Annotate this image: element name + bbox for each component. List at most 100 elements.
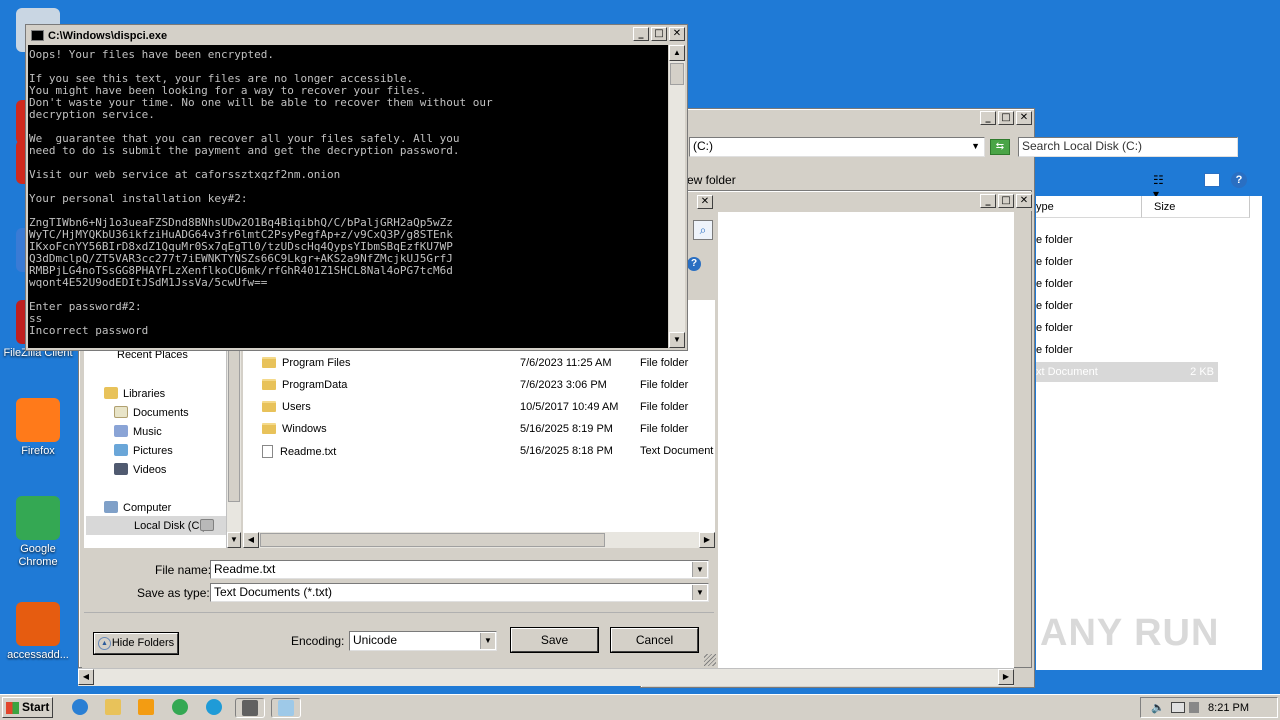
start-button[interactable]: Start xyxy=(2,697,53,718)
table-row[interactable]: e folder xyxy=(1036,318,1218,338)
table-row[interactable]: e folder xyxy=(1036,274,1218,294)
search-icon[interactable] xyxy=(1240,137,1260,157)
preview-pane-icon[interactable] xyxy=(1204,173,1220,187)
maximize-icon[interactable]: □ xyxy=(998,111,1014,125)
nav-pictures[interactable]: Pictures xyxy=(114,444,173,457)
console-window-icon[interactable] xyxy=(235,698,265,718)
chevron-down-icon[interactable]: ▼ xyxy=(692,562,707,577)
edge-icon[interactable] xyxy=(202,698,226,718)
table-row[interactable]: xt Document 2 KB xyxy=(1036,362,1218,382)
save-type-select[interactable]: Text Documents (*.txt) ▼ xyxy=(210,583,709,602)
minimize-icon[interactable]: _ xyxy=(633,27,649,41)
file-explorer-icon[interactable] xyxy=(101,698,125,718)
minimize-icon[interactable]: _ xyxy=(980,111,996,125)
firefox-icon xyxy=(16,398,60,442)
scroll-right-icon[interactable]: ▶ xyxy=(998,669,1014,685)
desktop-icon[interactable]: accessadd... xyxy=(0,602,76,662)
nav-documents[interactable]: Documents xyxy=(114,406,189,419)
scroll-left-icon[interactable]: ◀ xyxy=(78,669,94,685)
console-line: Visit our web service at caforssztxqzf2n… xyxy=(29,168,341,181)
notepad-icon[interactable] xyxy=(271,698,301,718)
row-type: e folder xyxy=(1036,300,1073,312)
nav-libraries[interactable]: Libraries xyxy=(104,387,165,400)
help-icon[interactable]: ? xyxy=(687,257,701,271)
file-type: File folder xyxy=(640,401,689,413)
cancel-button[interactable]: Cancel xyxy=(611,628,698,652)
close-icon[interactable]: ✕ xyxy=(697,195,713,209)
file-date: 7/6/2023 3:06 PM xyxy=(520,379,607,391)
list-item[interactable]: Windows 5/16/2025 8:19 PM File folder xyxy=(262,423,712,441)
maximize-icon[interactable]: □ xyxy=(651,27,667,41)
minimize-icon[interactable]: _ xyxy=(980,194,996,208)
speaker-icon[interactable]: 🔈 xyxy=(1151,701,1165,714)
clock[interactable]: 8:21 PM xyxy=(1208,702,1249,714)
close-icon[interactable]: ✕ xyxy=(1016,194,1032,208)
explorer-hscrollbar[interactable]: ◀ ▶ xyxy=(78,668,1014,686)
list-item[interactable]: Users 10/5/2017 10:49 AM File folder xyxy=(262,401,712,419)
scroll-up-icon[interactable]: ▲ xyxy=(669,45,685,61)
videos-icon xyxy=(114,463,128,475)
nav-videos[interactable]: Videos xyxy=(114,463,166,476)
help-icon[interactable]: ? xyxy=(1231,172,1247,188)
internet-explorer-icon[interactable] xyxy=(68,698,92,718)
file-name-label: File name: xyxy=(155,563,212,577)
hide-folders-button[interactable]: ▲ Hide Folders xyxy=(94,633,178,654)
chevron-down-icon[interactable]: ▼ xyxy=(971,138,980,155)
close-icon[interactable]: ✕ xyxy=(1016,111,1032,125)
table-row[interactable]: e folder xyxy=(1036,252,1218,272)
nav-music[interactable]: Music xyxy=(114,425,162,438)
resize-grip-icon[interactable] xyxy=(704,654,716,666)
list-item[interactable]: Readme.txt 5/16/2025 8:18 PM Text Document xyxy=(262,445,713,463)
console-line: Oops! Your files have been encrypted. xyxy=(29,48,275,61)
file-name-input[interactable]: Readme.txt ▼ xyxy=(210,560,709,579)
explorer-file-list: ype Size e folder e folder e folder e folde… xyxy=(1036,196,1262,670)
windows-logo-icon xyxy=(6,702,19,714)
chevron-down-icon[interactable]: ▼ xyxy=(480,633,495,649)
file-list-hscrollbar[interactable]: ◀ ▶ xyxy=(243,532,715,548)
nav-computer[interactable]: Computer xyxy=(104,501,171,514)
app-glyph xyxy=(105,699,121,715)
nav-label: Music xyxy=(133,426,162,438)
refresh-icon[interactable]: ⇆ xyxy=(990,139,1010,155)
nav-label: Computer xyxy=(123,502,172,514)
scroll-thumb[interactable] xyxy=(670,63,684,85)
scroll-thumb[interactable] xyxy=(260,533,605,547)
network-icon[interactable] xyxy=(1171,702,1185,713)
list-item[interactable]: Program Files 7/6/2023 11:25 AM File folde… xyxy=(262,357,712,375)
column-header-size[interactable]: Size xyxy=(1142,196,1250,218)
close-icon[interactable]: ✕ xyxy=(669,27,685,41)
save-button[interactable]: Save xyxy=(511,628,598,652)
desktop-icon[interactable]: Google Chrome xyxy=(0,496,76,569)
desktop-icon[interactable]: Firefox xyxy=(0,398,76,458)
scroll-down-icon[interactable]: ▼ xyxy=(227,532,241,548)
table-row[interactable]: e folder xyxy=(1036,230,1218,250)
computer-icon xyxy=(104,501,118,513)
nav-scrollbar[interactable]: ▼ xyxy=(226,346,241,548)
search-icon[interactable]: ⌕ xyxy=(693,220,713,240)
table-row[interactable]: e folder xyxy=(1036,340,1218,360)
explorer-address-bar[interactable]: (C:) ▼ xyxy=(689,137,985,157)
media-player-icon[interactable] xyxy=(134,698,158,718)
console-output[interactable]: Oops! Your files have been encrypted. If … xyxy=(28,45,668,348)
list-item[interactable]: ProgramData 7/6/2023 3:06 PM File folder xyxy=(262,379,712,397)
nav-local-disk[interactable]: Local Disk (C:) xyxy=(86,516,226,535)
encoding-select[interactable]: Unicode ▼ xyxy=(349,631,497,651)
nav-label: Libraries xyxy=(123,388,166,400)
scroll-down-icon[interactable]: ▼ xyxy=(669,332,685,348)
console-scrollbar[interactable]: ▲ ▼ xyxy=(669,45,685,348)
chrome-icon[interactable] xyxy=(168,698,192,718)
maximize-icon[interactable]: □ xyxy=(998,194,1014,208)
scroll-thumb[interactable] xyxy=(228,346,240,502)
column-header-type[interactable]: ype xyxy=(1036,196,1142,218)
security-flag-icon[interactable] xyxy=(1189,702,1199,713)
console-line: Incorrect password xyxy=(29,324,149,337)
chevron-down-icon[interactable]: ▼ xyxy=(692,585,707,600)
console-titlebar: C:\Windows\dispci.exe xyxy=(27,26,686,45)
hide-folders-label: Hide Folders xyxy=(111,637,175,649)
scroll-right-icon[interactable]: ▶ xyxy=(699,532,715,548)
scroll-left-icon[interactable]: ◀ xyxy=(243,532,259,548)
search-input[interactable]: Search Local Disk (C:) xyxy=(1018,137,1238,157)
new-folder-button[interactable]: ew folder xyxy=(687,173,736,187)
console-line: Your personal installation key#2: xyxy=(29,192,248,205)
table-row[interactable]: e folder xyxy=(1036,296,1218,316)
